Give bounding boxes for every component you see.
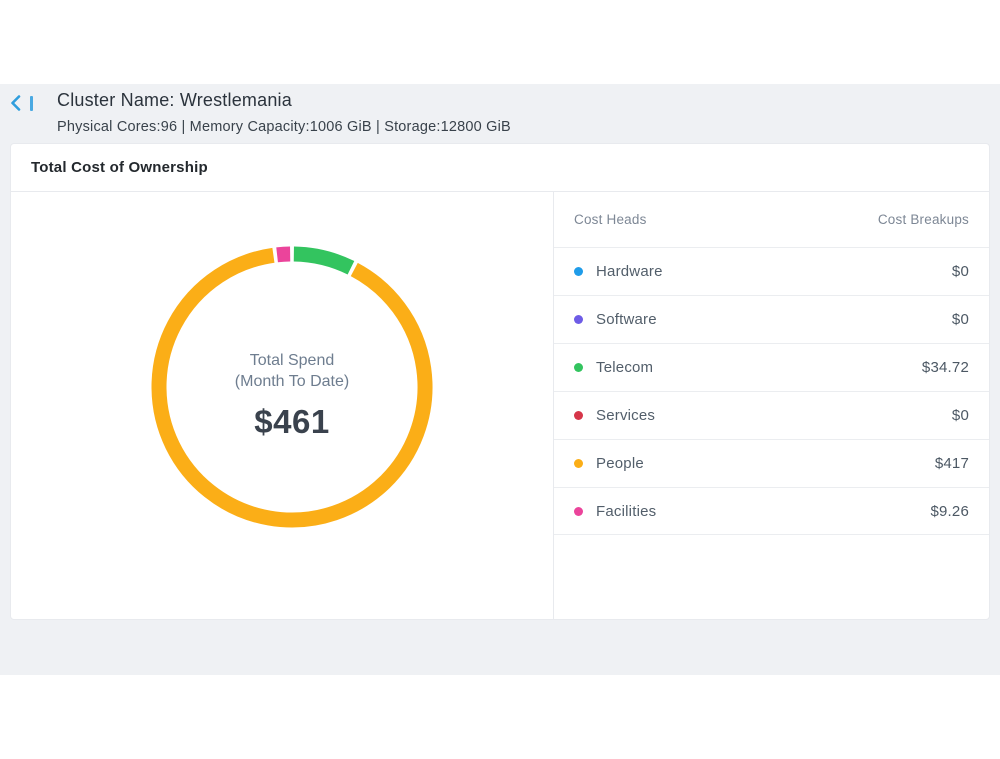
chevron-left-icon[interactable]: [10, 95, 21, 111]
row-value: $34.72: [922, 359, 969, 376]
table-row-services: Services $0: [554, 391, 989, 439]
facilities-legend-dot: [574, 507, 583, 516]
col-header-cost-heads: Cost Heads: [574, 212, 647, 227]
table-row-people: People $417: [554, 439, 989, 487]
cost-table-header: Cost Heads Cost Breakups: [554, 192, 989, 247]
donut-center-label-1: Total Spend: [142, 350, 442, 371]
cluster-specs: Physical Cores:96 | Memory Capacity:1006…: [57, 119, 511, 135]
row-value: $0: [952, 263, 969, 280]
row-value: $9.26: [930, 503, 969, 520]
tco-card: Total Cost of Ownership Total Spend (Mon…: [10, 143, 990, 620]
row-label: People: [596, 455, 644, 472]
row-label: Hardware: [596, 263, 663, 280]
donut-center-label-2: (Month To Date): [142, 371, 442, 392]
back-button[interactable]: [10, 95, 33, 111]
row-value: $0: [952, 311, 969, 328]
donut-chart-panel: Total Spend (Month To Date) $461: [11, 192, 553, 619]
row-label: Software: [596, 311, 657, 328]
app-background: Cluster Name: Wrestlemania Physical Core…: [0, 84, 1000, 675]
donut-segment-facilities: [277, 254, 290, 255]
table-row-telecom: Telecom $34.72: [554, 343, 989, 391]
row-label: Telecom: [596, 359, 653, 376]
hardware-legend-dot: [574, 267, 583, 276]
donut-segment-telecom: [294, 254, 351, 268]
telecom-legend-dot: [574, 363, 583, 372]
people-legend-dot: [574, 459, 583, 468]
row-value: $0: [952, 407, 969, 424]
cost-table: Cost Heads Cost Breakups Hardware $0 Sof…: [553, 192, 989, 619]
software-legend-dot: [574, 315, 583, 324]
total-spend-value: $461: [142, 403, 442, 441]
row-label: Facilities: [596, 503, 656, 520]
row-value: $417: [935, 455, 969, 472]
card-title: Total Cost of Ownership: [31, 159, 208, 176]
col-header-cost-breakups: Cost Breakups: [878, 212, 969, 227]
table-row-hardware: Hardware $0: [554, 247, 989, 295]
donut-center-text: Total Spend (Month To Date) $461: [142, 350, 442, 441]
back-divider-bar: [30, 96, 33, 111]
table-row-software: Software $0: [554, 295, 989, 343]
page-title: Cluster Name: Wrestlemania: [57, 90, 292, 111]
cluster-header: Cluster Name: Wrestlemania Physical Core…: [0, 84, 1000, 143]
card-title-band: Total Cost of Ownership: [11, 144, 989, 192]
table-row-facilities: Facilities $9.26: [554, 487, 989, 535]
services-legend-dot: [574, 411, 583, 420]
row-label: Services: [596, 407, 655, 424]
